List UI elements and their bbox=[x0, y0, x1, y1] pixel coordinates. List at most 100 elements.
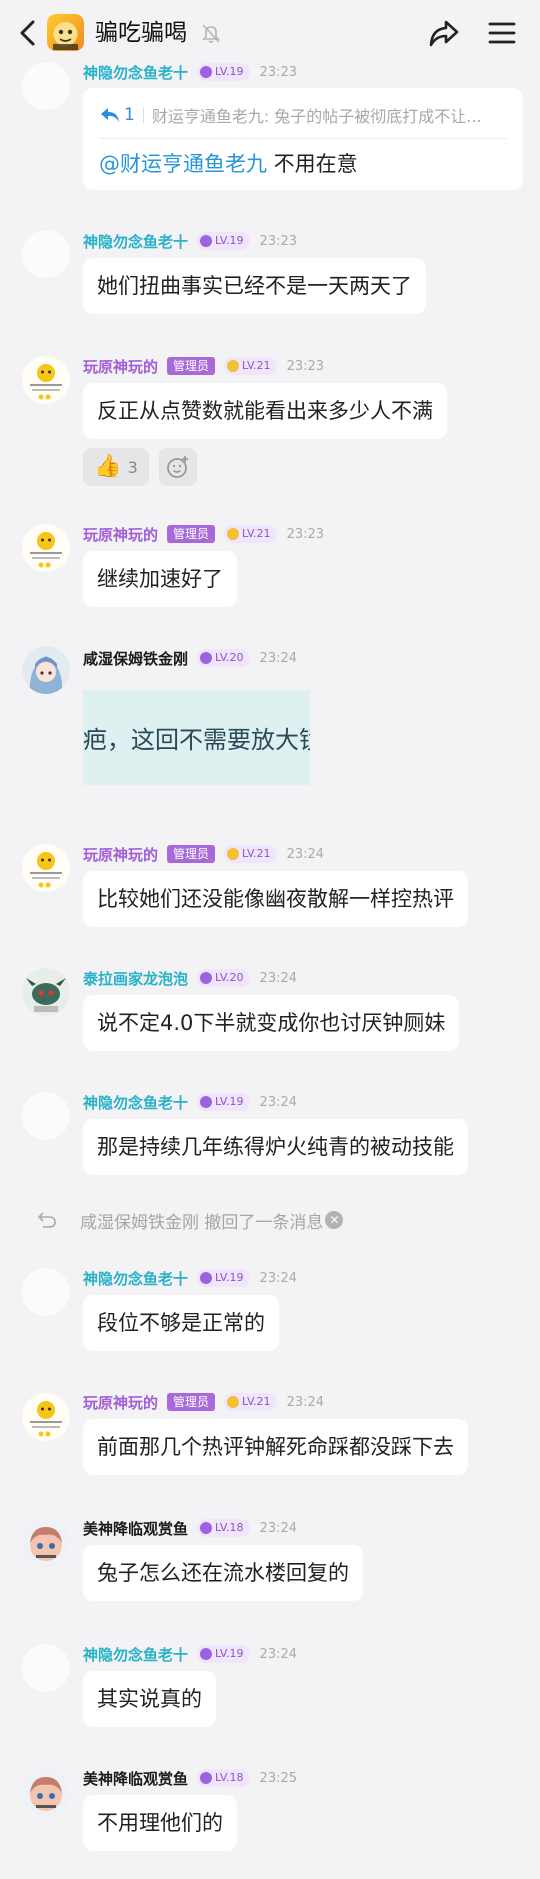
level-badge: LV.19 bbox=[197, 1093, 250, 1111]
message-bubble[interactable]: 其实说真的 bbox=[83, 1671, 216, 1727]
level-icon bbox=[227, 1396, 240, 1408]
message-meta: 神隐勿念鱼老十 LV.19 23:24 bbox=[83, 1267, 297, 1289]
username[interactable]: 神隐勿念鱼老十 bbox=[83, 1268, 188, 1289]
like-count: 3 bbox=[127, 457, 138, 477]
back-arrow-icon[interactable] bbox=[12, 16, 46, 50]
level-icon bbox=[200, 1648, 213, 1660]
username[interactable]: 玩原神玩的 bbox=[83, 1392, 158, 1413]
avatar[interactable] bbox=[22, 524, 70, 572]
avatar[interactable] bbox=[22, 968, 70, 1016]
like-reaction[interactable]: 👍 3 bbox=[83, 448, 149, 486]
message-bubble[interactable]: 段位不够是正常的 bbox=[83, 1295, 279, 1351]
message-meta: 玩原神玩的 管理员 LV.21 23:23 bbox=[83, 523, 324, 545]
group-avatar[interactable] bbox=[47, 14, 84, 51]
level-badge: LV.21 bbox=[224, 1393, 277, 1411]
username[interactable]: 泰拉画家龙泡泡 bbox=[83, 968, 188, 989]
username[interactable]: 玩原神玩的 bbox=[83, 524, 158, 545]
reactions-bar: 👍 3 bbox=[83, 448, 207, 486]
menu-icon[interactable] bbox=[487, 18, 517, 48]
timestamp: 23:24 bbox=[259, 970, 298, 986]
level-badge: LV.18 bbox=[197, 1769, 250, 1787]
message-bubble[interactable]: 比较她们还没能像幽夜散解一样控热评 bbox=[83, 871, 468, 927]
add-reaction-button[interactable] bbox=[159, 448, 197, 486]
level-badge: LV.18 bbox=[197, 1519, 250, 1537]
level-badge: LV.20 bbox=[197, 649, 250, 667]
level-icon bbox=[227, 528, 240, 540]
divider bbox=[99, 138, 507, 139]
level-icon bbox=[200, 1096, 213, 1108]
quoted-message[interactable]: 1 财运亨通鱼老九: 兔子的帖子被彻底打成不让... bbox=[99, 102, 509, 128]
level-icon bbox=[200, 1522, 213, 1534]
level-icon bbox=[200, 1272, 213, 1284]
avatar[interactable] bbox=[22, 844, 70, 892]
timestamp: 23:23 bbox=[259, 233, 298, 249]
message-meta: 神隐勿念鱼老十 LV.19 23:24 bbox=[83, 1091, 297, 1113]
mention-link[interactable]: @财运亨通鱼老九 bbox=[99, 152, 267, 176]
message-bubble[interactable]: 说不定4.0下半就变成你也讨厌钟厕妹 bbox=[83, 995, 460, 1051]
avatar[interactable] bbox=[22, 230, 70, 278]
timestamp: 23:25 bbox=[259, 1770, 298, 1786]
avatar[interactable] bbox=[22, 646, 70, 694]
message-bubble[interactable]: 反正从点赞数就能看出来多少人不满 bbox=[83, 383, 447, 439]
avatar[interactable] bbox=[22, 1644, 70, 1692]
level-badge: LV.21 bbox=[224, 525, 277, 543]
avatar[interactable] bbox=[22, 1092, 70, 1140]
message-meta: 美神降临观赏鱼 LV.18 23:25 bbox=[83, 1767, 297, 1789]
mute-bell-icon bbox=[200, 22, 222, 44]
timestamp: 23:24 bbox=[259, 1270, 298, 1286]
message-meta: 玩原神玩的 管理员 LV.21 23:23 bbox=[83, 355, 324, 377]
thumbs-up-icon: 👍 bbox=[94, 454, 122, 479]
message-bubble[interactable]: 她们扭曲事实已经不是一天两天了 bbox=[83, 258, 426, 314]
timestamp: 23:23 bbox=[286, 526, 325, 542]
level-icon bbox=[200, 66, 213, 78]
username[interactable]: 神隐勿念鱼老十 bbox=[83, 1644, 188, 1665]
level-icon bbox=[200, 235, 213, 247]
message-meta: 泰拉画家龙泡泡 LV.20 23:24 bbox=[83, 967, 297, 989]
recall-text: 咸湿保姆铁金刚 撤回了一条消息 bbox=[80, 1212, 324, 1233]
message-bubble[interactable]: 前面那几个热评钟解死命踩都没踩下去 bbox=[83, 1419, 468, 1475]
username[interactable]: 神隐勿念鱼老十 bbox=[83, 1092, 188, 1113]
avatar[interactable] bbox=[22, 356, 70, 404]
recall-notice: 咸湿保姆铁金刚 撤回了一条消息 ✕ bbox=[36, 1206, 344, 1234]
level-badge: LV.19 bbox=[197, 232, 250, 250]
username[interactable]: 神隐勿念鱼老十 bbox=[83, 62, 188, 83]
message-bubble[interactable]: 兔子怎么还在流水楼回复的 bbox=[83, 1545, 363, 1601]
username[interactable]: 美神降临观赏鱼 bbox=[83, 1768, 188, 1789]
close-icon[interactable]: ✕ bbox=[325, 1211, 344, 1229]
username[interactable]: 玩原神玩的 bbox=[83, 356, 158, 377]
message-meta: 美神降临观赏鱼 LV.18 23:24 bbox=[83, 1517, 297, 1539]
image-message[interactable]: 疤，这回不需要放大镜 bbox=[83, 690, 310, 785]
timestamp: 23:24 bbox=[259, 1646, 298, 1662]
avatar[interactable] bbox=[22, 1268, 70, 1316]
message-bubble[interactable]: 不用理他们的 bbox=[83, 1795, 237, 1851]
message-text: @财运亨通鱼老九 不用在意 bbox=[99, 152, 358, 176]
level-badge: LV.19 bbox=[197, 1269, 250, 1287]
level-icon bbox=[227, 848, 240, 860]
reply-message-card[interactable]: 1 财运亨通鱼老九: 兔子的帖子被彻底打成不让... @财运亨通鱼老九 不用在意 bbox=[83, 88, 523, 190]
avatar[interactable] bbox=[22, 1393, 70, 1441]
timestamp: 23:24 bbox=[286, 846, 325, 862]
level-icon bbox=[200, 1772, 213, 1784]
avatar[interactable] bbox=[22, 1519, 70, 1567]
reply-arrow-icon bbox=[101, 108, 119, 122]
username[interactable]: 玩原神玩的 bbox=[83, 844, 158, 865]
avatar[interactable] bbox=[22, 62, 70, 110]
timestamp: 23:24 bbox=[286, 1394, 325, 1410]
admin-badge: 管理员 bbox=[167, 1393, 216, 1411]
timestamp: 23:24 bbox=[259, 1520, 298, 1536]
divider bbox=[142, 107, 144, 123]
level-badge: LV.21 bbox=[224, 845, 277, 863]
level-icon bbox=[200, 972, 213, 984]
message-meta: 神隐勿念鱼老十 LV.19 23:23 bbox=[83, 230, 297, 252]
level-badge: LV.21 bbox=[224, 357, 277, 375]
username[interactable]: 咸湿保姆铁金刚 bbox=[83, 648, 188, 669]
username[interactable]: 美神降临观赏鱼 bbox=[83, 1518, 188, 1539]
share-icon[interactable] bbox=[426, 16, 462, 50]
admin-badge: 管理员 bbox=[167, 845, 216, 863]
image-caption-text: 疤，这回不需要放大镜 bbox=[83, 726, 310, 754]
message-bubble[interactable]: 那是持续几年练得炉火纯青的被动技能 bbox=[83, 1119, 468, 1175]
avatar[interactable] bbox=[22, 1769, 70, 1817]
message-meta: 神隐勿念鱼老十 LV.19 23:23 bbox=[83, 61, 297, 83]
username[interactable]: 神隐勿念鱼老十 bbox=[83, 231, 188, 252]
message-bubble[interactable]: 继续加速好了 bbox=[83, 551, 237, 607]
